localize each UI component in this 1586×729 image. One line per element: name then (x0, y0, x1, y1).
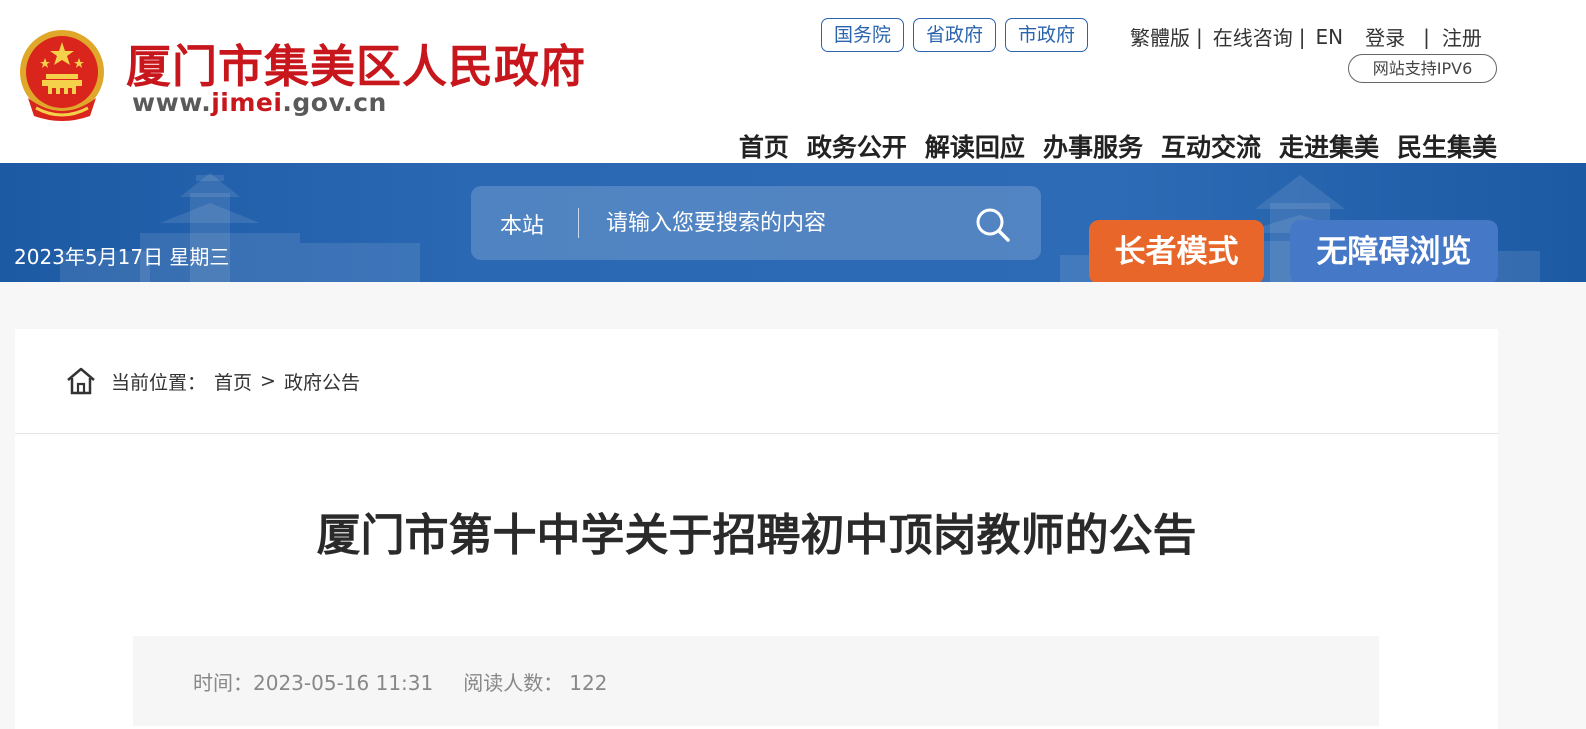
gov-link-city[interactable]: 市政府 (1005, 18, 1089, 52)
accessibility-button[interactable]: 无障碍浏览 (1290, 220, 1498, 282)
article-container: 当前位置： 首页 > 政府公告 厦门市第十中学关于招聘初中顶岗教师的公告 时间：… (15, 329, 1498, 729)
publish-time-label: 时间： (193, 671, 253, 695)
elder-mode-button[interactable]: 长者模式 (1089, 220, 1264, 282)
breadcrumb-separator: > (260, 370, 276, 392)
site-url: www.jimei.gov.cn (132, 88, 387, 117)
site-name[interactable]: 厦门市集美区人民政府 (126, 30, 586, 95)
login-link[interactable]: 登录 (1365, 22, 1405, 51)
breadcrumb-home-link[interactable]: 首页 (214, 368, 252, 395)
gov-link-province[interactable]: 省政府 (913, 18, 997, 52)
english-link[interactable]: EN (1316, 25, 1344, 49)
site-header: 厦门市集美区人民政府 www.jimei.gov.cn 国务院 省政府 市政府 … (0, 0, 1586, 163)
search-box: 本站 (471, 186, 1041, 260)
nav-gov-affairs[interactable]: 政务公开 (807, 128, 907, 164)
separator: | (1423, 24, 1430, 49)
nav-livelihood[interactable]: 民生集美 (1397, 128, 1497, 164)
nav-services[interactable]: 办事服务 (1043, 128, 1143, 164)
divider (15, 433, 1498, 434)
national-emblem-icon[interactable] (18, 28, 106, 122)
search-divider (578, 208, 579, 238)
site-url-suffix: .gov.cn (282, 88, 387, 117)
search-input[interactable] (606, 203, 966, 243)
gov-link-state-council[interactable]: 国务院 (821, 18, 905, 52)
article-meta-bar: 时间：2023-05-16 11:31 阅读人数： 122 (133, 636, 1379, 726)
main-nav: 首页 政务公开 解读回应 办事服务 互动交流 走进集美 民生集美 (739, 128, 1497, 164)
traditional-chinese-link[interactable]: 繁體版 (1130, 22, 1190, 51)
top-utility-links: 繁體版 | 在线咨询 | EN 登录 | 注册 (1130, 22, 1482, 51)
views-label: 阅读人数： (463, 671, 564, 695)
breadcrumb: 当前位置： 首页 > 政府公告 (65, 365, 360, 397)
search-scope-select[interactable]: 本站 (500, 208, 544, 240)
home-icon (67, 367, 95, 395)
nav-interpretation[interactable]: 解读回应 (925, 128, 1025, 164)
gov-links: 国务院 省政府 市政府 (821, 18, 1089, 52)
register-link[interactable]: 注册 (1442, 22, 1482, 51)
breadcrumb-current[interactable]: 政府公告 (284, 368, 360, 395)
site-url-prefix: www. (132, 88, 212, 117)
article-title: 厦门市第十中学关于招聘初中顶岗教师的公告 (316, 510, 1197, 561)
online-consult-link[interactable]: 在线咨询 (1213, 22, 1293, 51)
search-icon[interactable] (971, 203, 1015, 247)
breadcrumb-label: 当前位置： (111, 371, 207, 394)
separator: | (1196, 24, 1203, 49)
separator: | (1298, 24, 1306, 49)
ipv6-badge: 网站支持IPV6 (1348, 54, 1497, 83)
article-meta: 时间：2023-05-16 11:31 阅读人数： 122 (193, 667, 607, 696)
current-date: 2023年5月17日 星期三 (14, 245, 230, 269)
views-value: 122 (569, 671, 608, 695)
site-url-highlight: jimei (211, 88, 283, 117)
nav-interaction[interactable]: 互动交流 (1161, 128, 1261, 164)
banner: 2023年5月17日 星期三 本站 长者模式 无障碍浏览 (0, 163, 1586, 282)
publish-time-value: 2023-05-16 11:31 (253, 671, 434, 695)
nav-home[interactable]: 首页 (739, 128, 789, 164)
nav-about-jimei[interactable]: 走进集美 (1279, 128, 1379, 164)
